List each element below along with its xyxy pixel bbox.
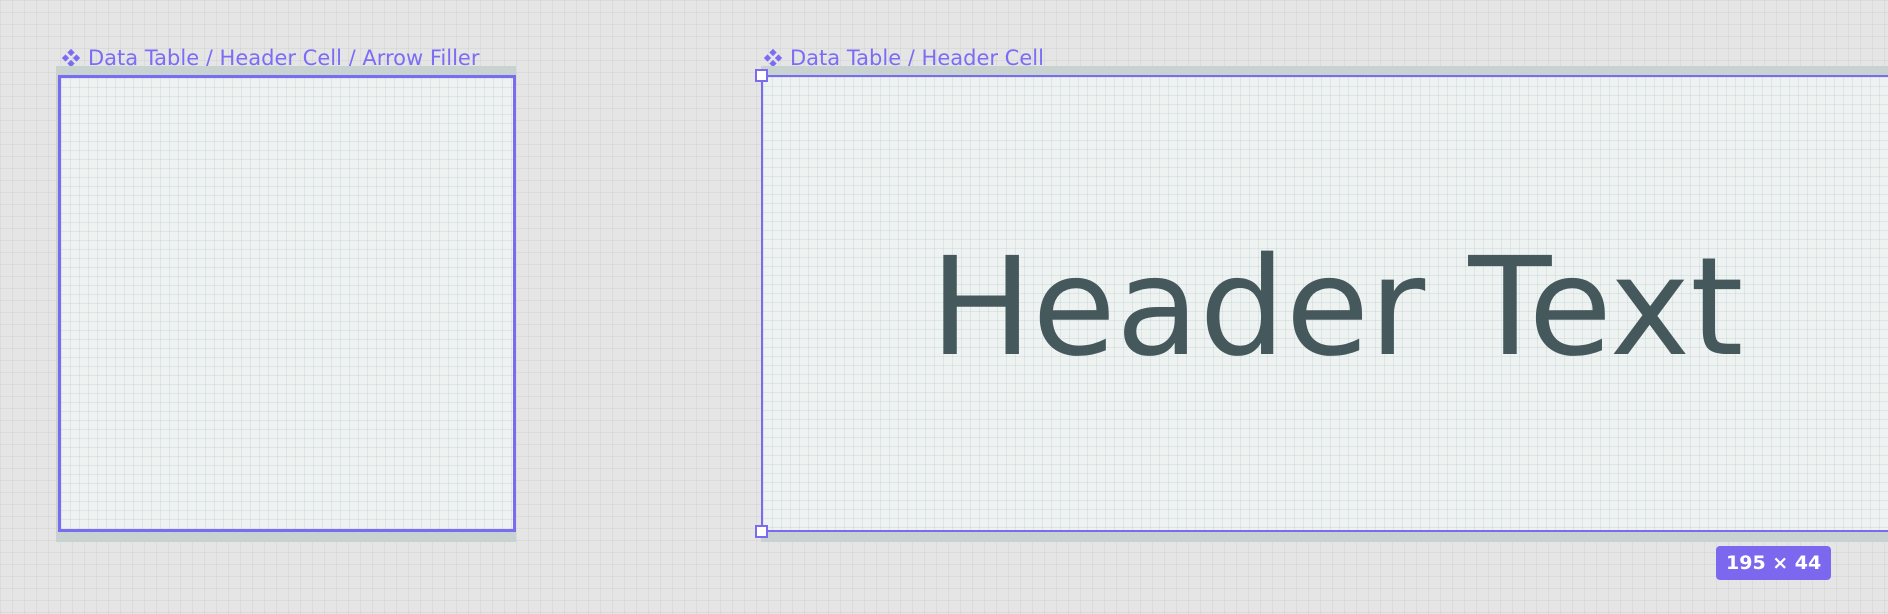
resize-handle-top-left[interactable]: [755, 69, 768, 82]
header-text-layer[interactable]: Header Text: [930, 238, 1743, 378]
resize-handle-bottom-left[interactable]: [755, 525, 768, 538]
selection-size-badge: 195 × 44: [1716, 546, 1832, 580]
arrow-filler-frame[interactable]: [58, 75, 516, 532]
